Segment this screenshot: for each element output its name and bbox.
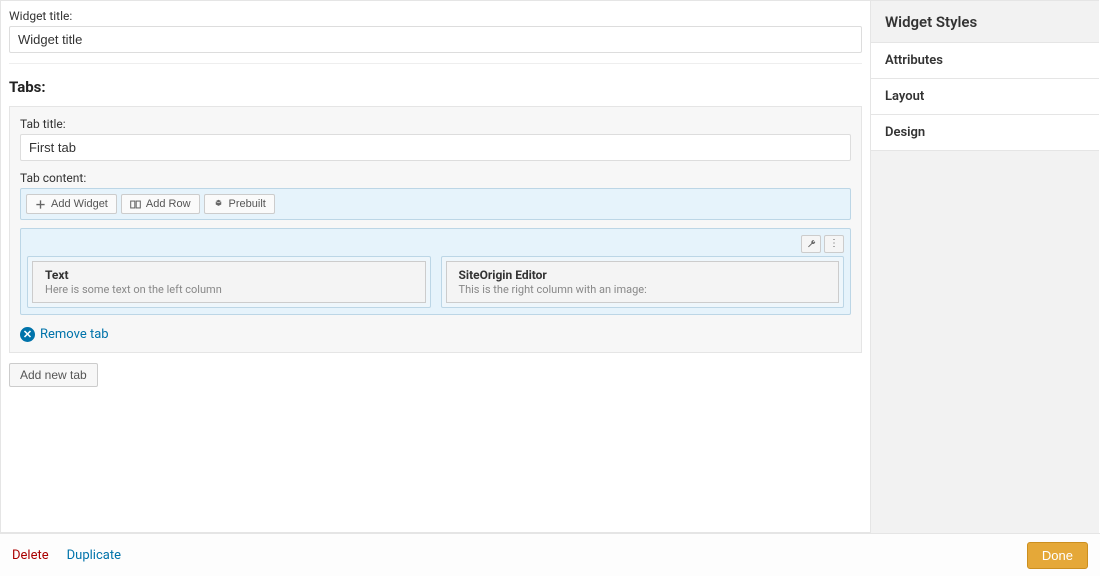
sidebar-title: Widget Styles [871, 1, 1099, 43]
prebuilt-label: Prebuilt [229, 198, 266, 210]
remove-tab-label: Remove tab [40, 327, 109, 342]
widget-title-input[interactable] [9, 26, 862, 53]
footer-left: Delete Duplicate [12, 548, 121, 563]
row-menu-button[interactable]: ⋮ [824, 235, 844, 253]
row-settings-button[interactable] [801, 235, 821, 253]
column-left[interactable]: Text Here is some text on the left colum… [27, 256, 431, 308]
widget-title: Text [45, 268, 413, 282]
columns-container: Text Here is some text on the left colum… [27, 256, 844, 308]
widget-desc: This is the right column with an image: [459, 283, 827, 296]
add-new-tab-button[interactable]: Add new tab [9, 363, 98, 387]
remove-tab-link[interactable]: ✕ Remove tab [20, 327, 109, 342]
delete-link[interactable]: Delete [12, 548, 49, 563]
done-button[interactable]: Done [1027, 542, 1088, 569]
sidebar-item-attributes[interactable]: Attributes [871, 42, 1099, 79]
remove-icon: ✕ [20, 327, 35, 342]
tab-title-input[interactable] [20, 134, 851, 161]
tabs-heading: Tabs: [9, 78, 862, 96]
columns-icon [130, 199, 141, 210]
widget-block-text[interactable]: Text Here is some text on the left colum… [32, 261, 426, 303]
main-form-area: Widget title: Tabs: Tab title: Tab conte… [0, 0, 871, 533]
divider [9, 63, 862, 64]
tab-panel: Tab title: Tab content: Add Widget Add R… [9, 106, 862, 353]
widget-desc: Here is some text on the left column [45, 283, 413, 296]
widget-block-editor[interactable]: SiteOrigin Editor This is the right colu… [446, 261, 840, 303]
tab-content-label: Tab content: [20, 171, 851, 185]
sidebar-item-design[interactable]: Design [871, 114, 1099, 151]
add-widget-button[interactable]: Add Widget [26, 194, 117, 214]
wrench-icon [806, 239, 817, 250]
sidebar-item-layout[interactable]: Layout [871, 78, 1099, 115]
column-right[interactable]: SiteOrigin Editor This is the right colu… [441, 256, 845, 308]
styles-sidebar: Widget Styles Attributes Layout Design [871, 0, 1099, 533]
builder-toolbar: Add Widget Add Row Prebuilt [20, 188, 851, 220]
add-row-label: Add Row [146, 198, 191, 210]
duplicate-link[interactable]: Duplicate [67, 548, 121, 563]
add-row-button[interactable]: Add Row [121, 194, 200, 214]
cubes-icon [213, 199, 224, 210]
footer-bar: Delete Duplicate Done [0, 533, 1100, 576]
layout-row: ⋮ Text Here is some text on the left col… [20, 228, 851, 315]
prebuilt-button[interactable]: Prebuilt [204, 194, 275, 214]
widget-title-label: Widget title: [9, 9, 862, 23]
plus-icon [35, 199, 46, 210]
row-tools: ⋮ [27, 235, 844, 253]
add-widget-label: Add Widget [51, 198, 108, 210]
vertical-dots-icon: ⋮ [829, 239, 839, 249]
widget-title: SiteOrigin Editor [459, 268, 827, 282]
tab-title-label: Tab title: [20, 117, 851, 131]
